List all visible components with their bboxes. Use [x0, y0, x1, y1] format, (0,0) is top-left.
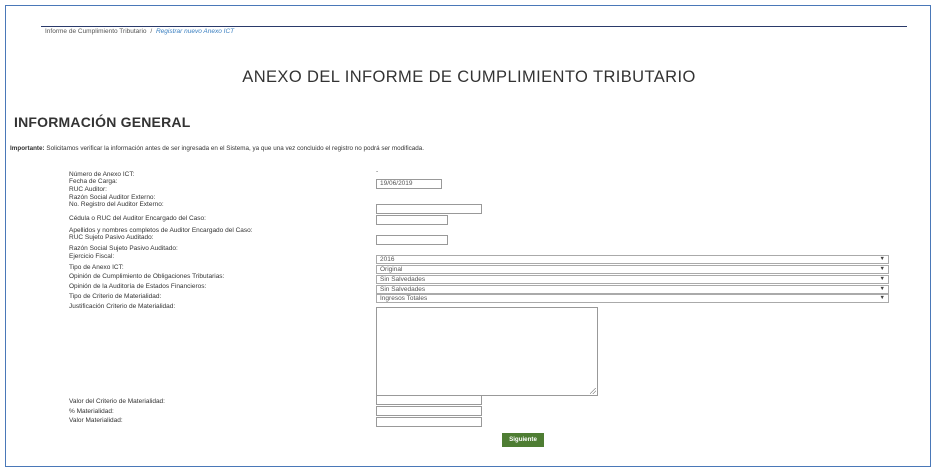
- ruc-sujeto-field[interactable]: [376, 235, 448, 245]
- label-cedula-auditor: Cédula o RUC del Auditor Encargado del C…: [69, 215, 206, 222]
- porcentaje-materialidad-field[interactable]: [376, 406, 482, 416]
- label-ruc-auditor: RUC Auditor:: [69, 186, 107, 193]
- page-title: ANEXO DEL INFORME DE CUMPLIMIENTO TRIBUT…: [242, 68, 696, 86]
- breadcrumb-separator: /: [150, 28, 153, 35]
- label-tipo-criterio: Tipo de Criterio de Materialidad:: [69, 293, 162, 300]
- chevron-down-icon: ▼: [879, 266, 885, 272]
- label-registro-auditor: No. Registro del Auditor Externo:: [69, 201, 164, 208]
- tipo-criterio-select[interactable]: Ingresos Totales ▼: [376, 294, 889, 303]
- next-button[interactable]: Siguiente: [502, 433, 544, 447]
- label-porcentaje-materialidad: % Materialidad:: [69, 408, 114, 415]
- ejercicio-fiscal-select[interactable]: 2016 ▼: [376, 255, 889, 264]
- breadcrumb-current[interactable]: Registrar nuevo Anexo ICT: [156, 28, 234, 35]
- tipo-criterio-value: Ingresos Totales: [380, 295, 428, 302]
- notice-bold: Importante:: [10, 145, 45, 152]
- notice-text: Solicitamos verificar la información ant…: [44, 145, 425, 152]
- chevron-down-icon: ▼: [879, 286, 885, 292]
- section-title: INFORMACIÓN GENERAL: [14, 114, 191, 130]
- chevron-down-icon: ▼: [879, 295, 885, 301]
- resize-grip-icon[interactable]: [590, 388, 596, 394]
- valor-materialidad-field[interactable]: [376, 417, 482, 427]
- breadcrumb: Informe de Cumplimiento Tributario / Reg…: [45, 28, 234, 35]
- opinion-auditoria-select[interactable]: Sin Salvedades ▼: [376, 285, 889, 294]
- label-ejercicio-fiscal: Ejercicio Fiscal:: [69, 253, 115, 260]
- opinion-auditoria-value: Sin Salvedades: [380, 286, 426, 293]
- ejercicio-fiscal-value: 2016: [380, 256, 395, 263]
- label-valor-materialidad: Valor Materialidad:: [69, 417, 123, 424]
- breadcrumb-root[interactable]: Informe de Cumplimiento Tributario: [45, 28, 147, 35]
- valor-criterio-field[interactable]: [376, 395, 482, 405]
- chevron-down-icon: ▼: [879, 256, 885, 262]
- opinion-cumplimiento-select[interactable]: Sin Salvedades ▼: [376, 275, 889, 284]
- label-justificacion: Justificación Criterio de Materialidad:: [69, 303, 176, 310]
- fecha-carga-field[interactable]: 19/06/2019: [376, 179, 442, 189]
- tipo-anexo-value: Original: [380, 266, 403, 273]
- label-opinion-auditoria: Opinión de la Auditoría de Estados Finan…: [69, 283, 207, 290]
- label-opinion-cumplimiento: Opinión de Cumplimiento de Obligaciones …: [69, 273, 225, 280]
- label-valor-criterio: Valor del Criterio de Materialidad:: [69, 398, 165, 405]
- tipo-anexo-select[interactable]: Original ▼: [376, 265, 889, 274]
- opinion-cumplimiento-value: Sin Salvedades: [380, 276, 426, 283]
- label-razon-social-sujeto: Razón Social Sujeto Pasivo Auditado:: [69, 245, 178, 252]
- justificacion-textarea[interactable]: [376, 307, 598, 396]
- value-numero-anexo: -: [376, 168, 379, 175]
- label-ruc-sujeto: RUC Sujeto Pasivo Auditado:: [69, 234, 154, 241]
- important-notice: Importante: Solicitamos verificar la inf…: [10, 145, 424, 152]
- registro-auditor-field[interactable]: [376, 204, 482, 214]
- label-fecha-carga: Fecha de Carga:: [69, 178, 118, 185]
- cedula-auditor-field[interactable]: [376, 215, 448, 225]
- page-frame: Informe de Cumplimiento Tributario / Reg…: [5, 5, 931, 467]
- label-tipo-anexo: Tipo de Anexo ICT:: [69, 264, 124, 271]
- header-divider: [41, 26, 907, 27]
- chevron-down-icon: ▼: [879, 276, 885, 282]
